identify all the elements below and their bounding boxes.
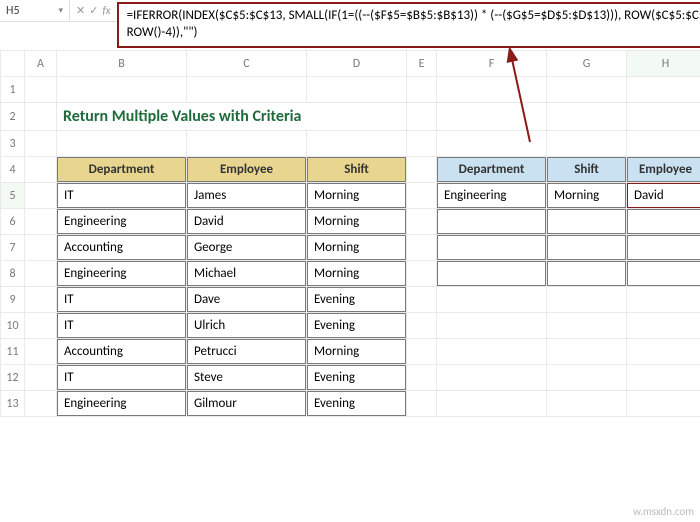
row-header[interactable]: 9 — [1, 287, 25, 313]
table1-header: Shift — [307, 157, 406, 182]
row-header[interactable]: 3 — [1, 131, 25, 157]
row-header[interactable]: 10 — [1, 313, 25, 339]
cell[interactable]: Accounting — [57, 339, 186, 364]
cancel-icon[interactable]: ✕ — [76, 4, 85, 17]
chevron-down-icon[interactable]: ▾ — [58, 5, 63, 16]
fx-icon[interactable]: fx — [102, 4, 110, 17]
cell[interactable] — [437, 209, 546, 234]
col-header[interactable]: F — [437, 51, 547, 77]
col-header[interactable]: H — [627, 51, 700, 77]
row-header[interactable]: 7 — [1, 235, 25, 261]
worksheet[interactable]: A B C D E F G H 1 2 Return Multiple Valu… — [0, 50, 700, 522]
cell[interactable]: Engineering — [57, 261, 186, 286]
cell[interactable]: Evening — [307, 365, 406, 390]
row-header[interactable]: 8 — [1, 261, 25, 287]
cell[interactable]: Morning — [307, 209, 406, 234]
cell[interactable]: Morning — [307, 261, 406, 286]
col-header[interactable]: E — [407, 51, 437, 77]
cell[interactable]: Morning — [307, 235, 406, 260]
check-icon[interactable]: ✓ — [89, 4, 98, 17]
row-header[interactable]: 1 — [1, 77, 25, 103]
row-header[interactable]: 4 — [1, 157, 25, 183]
grid: A B C D E F G H 1 2 Return Multiple Valu… — [0, 50, 700, 417]
cell[interactable]: Evening — [307, 391, 406, 416]
cell[interactable] — [437, 261, 546, 286]
cell[interactable] — [627, 209, 700, 234]
table1-header: Employee — [187, 157, 306, 182]
cell[interactable] — [547, 209, 626, 234]
row-header[interactable]: 13 — [1, 391, 25, 417]
row-header[interactable]: 6 — [1, 209, 25, 235]
cell[interactable] — [627, 261, 700, 286]
formula-bar-row: H5 ▾ ✕ ✓ fx =IFERROR(INDEX($C$5:$C$13, S… — [0, 0, 700, 22]
formula-bar[interactable]: =IFERROR(INDEX($C$5:$C$13, SMALL(IF(1=((… — [117, 2, 700, 48]
cell[interactable]: IT — [57, 365, 186, 390]
col-header[interactable]: A — [25, 51, 57, 77]
col-header[interactable]: D — [307, 51, 407, 77]
col-header[interactable]: C — [187, 51, 307, 77]
cell[interactable]: IT — [57, 183, 186, 208]
cell[interactable]: Steve — [187, 365, 306, 390]
cell[interactable]: Accounting — [57, 235, 186, 260]
cell[interactable]: David — [187, 209, 306, 234]
name-box[interactable]: H5 ▾ — [0, 0, 70, 21]
page-title: Return Multiple Values with Criteria — [57, 103, 406, 130]
cell[interactable]: Dave — [187, 287, 306, 312]
row-header[interactable]: 2 — [1, 103, 25, 131]
table1-header: Department — [57, 157, 186, 182]
cell[interactable]: George — [187, 235, 306, 260]
cell[interactable]: Gilmour — [187, 391, 306, 416]
table2-header: Department — [437, 157, 546, 182]
cell[interactable]: Morning — [307, 339, 406, 364]
row-header[interactable]: 5 — [1, 183, 25, 209]
cell[interactable]: IT — [57, 313, 186, 338]
cell[interactable]: Engineering — [57, 391, 186, 416]
col-header[interactable]: G — [547, 51, 627, 77]
cell[interactable]: Petrucci — [187, 339, 306, 364]
table2-header: Shift — [547, 157, 626, 182]
cell[interactable] — [547, 261, 626, 286]
cell[interactable]: Evening — [307, 287, 406, 312]
formula-controls: ✕ ✓ fx — [70, 4, 117, 17]
row-header[interactable]: 11 — [1, 339, 25, 365]
cell[interactable]: Engineering — [437, 183, 546, 208]
cell[interactable]: Morning — [307, 183, 406, 208]
name-box-value: H5 — [6, 4, 20, 18]
cell[interactable] — [547, 235, 626, 260]
cell[interactable]: Morning — [547, 183, 626, 208]
col-header[interactable]: B — [57, 51, 187, 77]
table2-header: Employee — [627, 157, 700, 182]
watermark: w.msxdn.com — [633, 505, 694, 518]
selected-cell[interactable]: David — [627, 183, 700, 208]
cell[interactable]: Evening — [307, 313, 406, 338]
cell[interactable] — [627, 235, 700, 260]
row-header[interactable]: 12 — [1, 365, 25, 391]
cell[interactable]: Engineering — [57, 209, 186, 234]
cell[interactable]: Ulrich — [187, 313, 306, 338]
select-all[interactable] — [1, 51, 25, 77]
cell[interactable]: Michael — [187, 261, 306, 286]
cell[interactable]: IT — [57, 287, 186, 312]
cell[interactable] — [437, 235, 546, 260]
cell[interactable]: James — [187, 183, 306, 208]
formula-text: =IFERROR(INDEX($C$5:$C$13, SMALL(IF(1=((… — [127, 8, 700, 40]
